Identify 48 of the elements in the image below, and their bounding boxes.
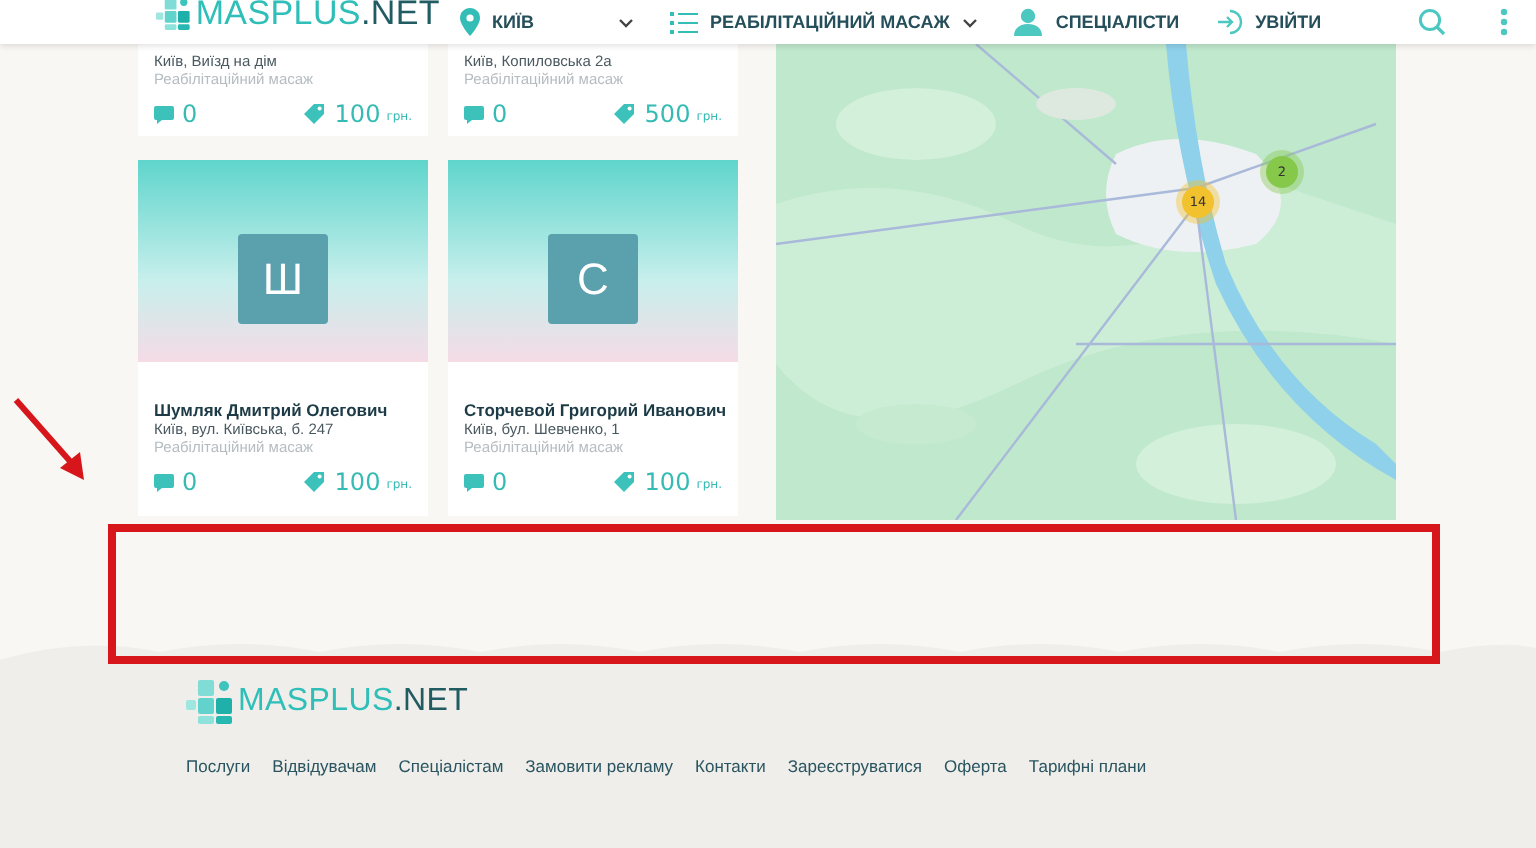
- price-tag-icon: [614, 104, 637, 124]
- avatar: С: [548, 234, 638, 324]
- logo-icon: [156, 0, 190, 36]
- person-icon: [1013, 8, 1044, 36]
- comment-icon: [464, 105, 484, 123]
- logo[interactable]: MASPLUS.NET: [186, 680, 1536, 724]
- footer-link[interactable]: Оферта: [944, 756, 1007, 776]
- logo-text: MASPLUS.NET: [238, 684, 469, 720]
- specialists-link[interactable]: СПЕЦІАЛІСТИ: [1055, 12, 1180, 32]
- list-icon: [669, 11, 698, 33]
- logo-icon: [186, 680, 232, 724]
- location-pin-icon: [460, 8, 480, 36]
- price-tag-icon: [614, 472, 637, 492]
- price-tag-icon: [304, 472, 327, 492]
- price-tag-icon: [304, 104, 327, 124]
- comment-count: 0: [182, 468, 198, 496]
- price-text: 500: [644, 100, 691, 128]
- specialist-name[interactable]: Шумляк Дмитрий Олегович: [154, 400, 412, 420]
- footer-link[interactable]: Контакти: [695, 756, 766, 776]
- price-text: 100: [644, 468, 691, 496]
- price-text: 100: [334, 468, 381, 496]
- search-icon: [1417, 8, 1446, 36]
- price-text: 100: [334, 100, 381, 128]
- comment-count: 0: [182, 100, 198, 128]
- specialist-name[interactable]: Сторчевой Григорий Иванович: [464, 400, 722, 420]
- comment-icon: [154, 105, 174, 123]
- footer-link[interactable]: Відвідувачам: [272, 756, 377, 776]
- logo[interactable]: MASPLUS.NET: [156, 0, 440, 36]
- footer-link[interactable]: Спеціалістам: [398, 756, 504, 776]
- login-icon: [1215, 8, 1244, 36]
- avatar: Ш: [238, 234, 328, 324]
- login-link[interactable]: УВІЙТИ: [1255, 12, 1322, 32]
- comment-count: 0: [492, 100, 508, 128]
- logo-text: MASPLUS.NET: [195, 0, 440, 34]
- chevron-down-icon: [961, 17, 978, 27]
- footer-link[interactable]: Тарифні плани: [1028, 756, 1147, 776]
- footer-link[interactable]: Зареєструватися: [787, 756, 923, 776]
- more-button[interactable]: [1499, 8, 1508, 36]
- comment-icon: [154, 473, 174, 491]
- footer-link[interactable]: Послуги: [186, 756, 251, 776]
- city-selector[interactable]: КИЇВ: [492, 12, 534, 32]
- category-selector[interactable]: РЕАБІЛІТАЦІЙНИЙ МАСАЖ: [709, 12, 950, 32]
- more-icon: [1499, 8, 1508, 36]
- comment-icon: [464, 473, 484, 491]
- comment-count: 0: [492, 468, 508, 496]
- chevron-down-icon: [617, 17, 634, 27]
- footer-link[interactable]: Замовити рекламу: [525, 756, 674, 776]
- search-button[interactable]: [1417, 8, 1446, 36]
